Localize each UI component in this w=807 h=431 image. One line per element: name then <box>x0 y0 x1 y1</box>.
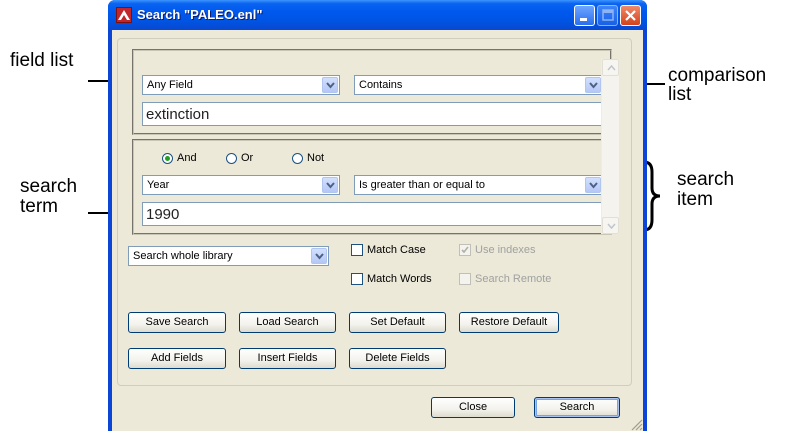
scroll-up-button[interactable] <box>602 59 619 76</box>
maximize-button[interactable] <box>597 5 618 26</box>
radio-or-label: Or <box>241 152 254 164</box>
comparison-select-2[interactable]: Is greater than or equal to <box>354 175 603 195</box>
search-item-2: And Or Not Year Is greater than or equal… <box>132 139 612 235</box>
match-case-label: Match Case <box>367 244 426 256</box>
search-term-input-1[interactable]: extinction <box>142 102 603 126</box>
comparison-select-2-value: Is greater than or equal to <box>359 179 485 191</box>
use-indexes-checkbox: Use indexes <box>459 244 536 256</box>
title-bar[interactable]: Search "PALEO.enl" <box>108 0 647 30</box>
use-indexes-label: Use indexes <box>475 244 536 256</box>
minimize-button[interactable] <box>574 5 595 26</box>
search-term-1-text: extinction <box>146 106 210 123</box>
window-title: Search "PALEO.enl" <box>137 7 263 22</box>
radio-and-dot[interactable] <box>162 152 173 164</box>
dialog-client-area: Any Field Contains extinction And Or Not… <box>112 30 643 431</box>
chevron-down-icon[interactable] <box>322 177 338 193</box>
radio-and[interactable]: And <box>162 152 197 164</box>
search-items-scrollbar[interactable] <box>601 59 619 234</box>
chevron-up-icon <box>607 65 616 71</box>
chevron-down-icon[interactable] <box>311 248 327 264</box>
match-case-box[interactable] <box>351 244 363 256</box>
match-case-checkbox[interactable]: Match Case <box>351 244 426 256</box>
search-term-input-2[interactable]: 1990 <box>142 202 603 226</box>
maximize-icon <box>602 9 614 21</box>
search-dialog-window: Search "PALEO.enl" Any Field Contains ex… <box>108 0 647 431</box>
close-window-button[interactable] <box>620 5 641 26</box>
search-scope-select[interactable]: Search whole library <box>128 246 329 266</box>
field-select-2[interactable]: Year <box>142 175 340 195</box>
search-item-1: Any Field Contains extinction <box>132 49 612 135</box>
field-select-1-value: Any Field <box>147 79 193 91</box>
callout-search-term-line2: term <box>20 196 58 217</box>
close-button[interactable]: Close <box>431 397 515 418</box>
minimize-icon <box>580 18 587 21</box>
search-button[interactable]: Search <box>534 397 620 418</box>
radio-and-label: And <box>177 152 197 164</box>
restore-default-button[interactable]: Restore Default <box>459 312 559 333</box>
scroll-down-button[interactable] <box>602 217 619 234</box>
chevron-down-icon[interactable] <box>585 177 601 193</box>
radio-not[interactable]: Not <box>292 152 324 164</box>
search-remote-box <box>459 273 471 285</box>
add-fields-button[interactable]: Add Fields <box>128 348 226 369</box>
callout-comparison-line2: list <box>668 84 692 105</box>
field-select-2-value: Year <box>147 179 170 191</box>
checkmark-icon <box>461 246 469 254</box>
callout-search-term-line1: search <box>20 176 78 197</box>
chevron-down-icon[interactable] <box>322 77 338 93</box>
endnote-app-icon <box>116 7 132 23</box>
match-words-label: Match Words <box>367 273 432 285</box>
search-scope-value: Search whole library <box>133 250 233 262</box>
load-search-button[interactable]: Load Search <box>239 312 336 333</box>
match-words-checkbox[interactable]: Match Words <box>351 273 432 285</box>
callout-comparison-line1: comparison <box>668 65 767 86</box>
callout-field-list: field list <box>10 50 74 71</box>
field-select-1[interactable]: Any Field <box>142 75 340 95</box>
use-indexes-box <box>459 244 471 256</box>
insert-fields-button[interactable]: Insert Fields <box>239 348 336 369</box>
chevron-down-icon <box>607 223 616 229</box>
search-term-2-text: 1990 <box>146 206 180 223</box>
chevron-down-icon[interactable] <box>585 77 601 93</box>
search-remote-label: Search Remote <box>475 273 552 285</box>
resize-grip-icon[interactable] <box>629 417 643 431</box>
save-search-button[interactable]: Save Search <box>128 312 226 333</box>
callout-search-item-line1: search <box>677 169 735 190</box>
set-default-button[interactable]: Set Default <box>349 312 446 333</box>
comparison-select-1-value: Contains <box>359 79 403 91</box>
comparison-select-1[interactable]: Contains <box>354 75 603 95</box>
search-panel: Any Field Contains extinction And Or Not… <box>117 38 632 386</box>
radio-not-label: Not <box>307 152 325 164</box>
close-icon <box>625 10 636 21</box>
callout-search-item-line2: item <box>677 189 713 210</box>
radio-or[interactable]: Or <box>226 152 253 164</box>
search-remote-checkbox: Search Remote <box>459 273 551 285</box>
radio-not-dot[interactable] <box>292 152 303 164</box>
radio-or-dot[interactable] <box>226 152 237 164</box>
match-words-box[interactable] <box>351 273 363 285</box>
delete-fields-button[interactable]: Delete Fields <box>349 348 446 369</box>
